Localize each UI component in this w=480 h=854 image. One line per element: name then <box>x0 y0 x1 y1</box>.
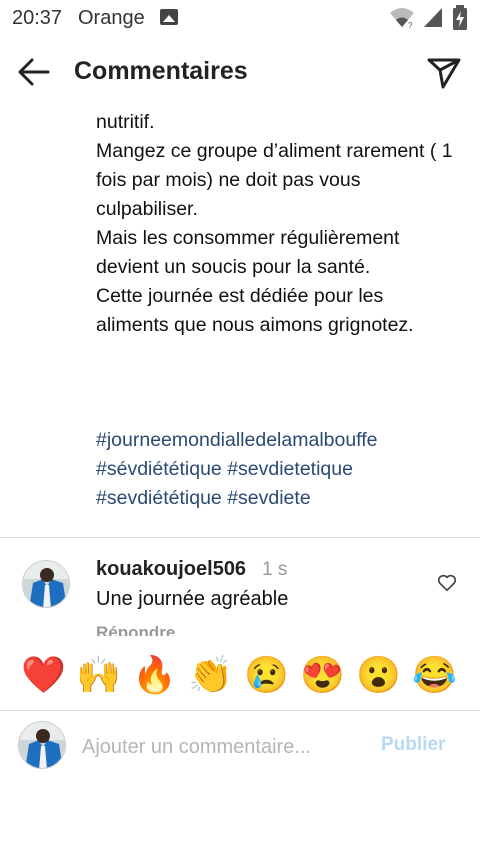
avatar <box>18 721 66 769</box>
comment-input[interactable] <box>82 733 372 761</box>
post-caption: nutritif. Mangez ce groupe d’aliment rar… <box>96 111 453 336</box>
comment-timestamp: 1 s <box>262 559 288 580</box>
app-header: Commentaires <box>0 36 480 108</box>
battery-charging-icon <box>453 5 467 30</box>
status-carrier: Orange <box>78 7 145 29</box>
emoji-bar: ❤️ 🙌 🔥 👏 😢 😍 😮 😂 <box>0 636 480 710</box>
publish-button[interactable]: Publier <box>381 734 445 756</box>
hashtag-link[interactable]: #sevdiete <box>227 487 310 509</box>
comment-username[interactable]: kouakoujoel506 <box>96 558 246 581</box>
wifi-icon: ? <box>390 8 414 29</box>
hashtag-link[interactable]: #sevdietetique <box>227 458 353 480</box>
emoji-clapping-hands[interactable]: 👏 <box>188 653 233 697</box>
emoji-crying-face[interactable]: 😢 <box>244 653 289 697</box>
hashtag-link[interactable]: #sévdiététique <box>96 458 222 480</box>
status-time: 20:37 <box>12 7 63 29</box>
comment-text: Une journée agréable <box>96 588 289 610</box>
heart-outline-icon[interactable] <box>436 572 458 594</box>
emoji-heart[interactable]: ❤️ <box>21 653 66 697</box>
comment-item: kouakoujoel506 1 s Une journée agréable … <box>0 538 480 636</box>
comment-composer: Publier <box>0 711 480 781</box>
arrow-left-icon[interactable] <box>14 52 54 92</box>
emoji-fire[interactable]: 🔥 <box>132 653 177 697</box>
paper-plane-icon[interactable] <box>424 52 464 92</box>
post-hashtags: #journeemondialledelamalbouffe #sévdiété… <box>96 426 456 513</box>
hashtag-link[interactable]: #journeemondialledelamalbouffe <box>96 429 378 451</box>
hashtag-link[interactable]: #sevdiététique <box>96 487 222 509</box>
image-icon <box>160 9 178 25</box>
svg-text:?: ? <box>408 21 413 29</box>
emoji-raised-hands[interactable]: 🙌 <box>76 653 121 697</box>
reply-button[interactable]: Répondre <box>96 623 175 636</box>
page-title: Commentaires <box>74 57 248 85</box>
avatar[interactable] <box>22 560 70 608</box>
emoji-tears-of-joy[interactable]: 😂 <box>412 653 457 697</box>
emoji-open-mouth[interactable]: 😮 <box>356 653 401 697</box>
status-bar: 20:37 Orange ? <box>0 0 480 36</box>
emoji-heart-eyes[interactable]: 😍 <box>300 653 345 697</box>
signal-icon <box>424 8 442 27</box>
